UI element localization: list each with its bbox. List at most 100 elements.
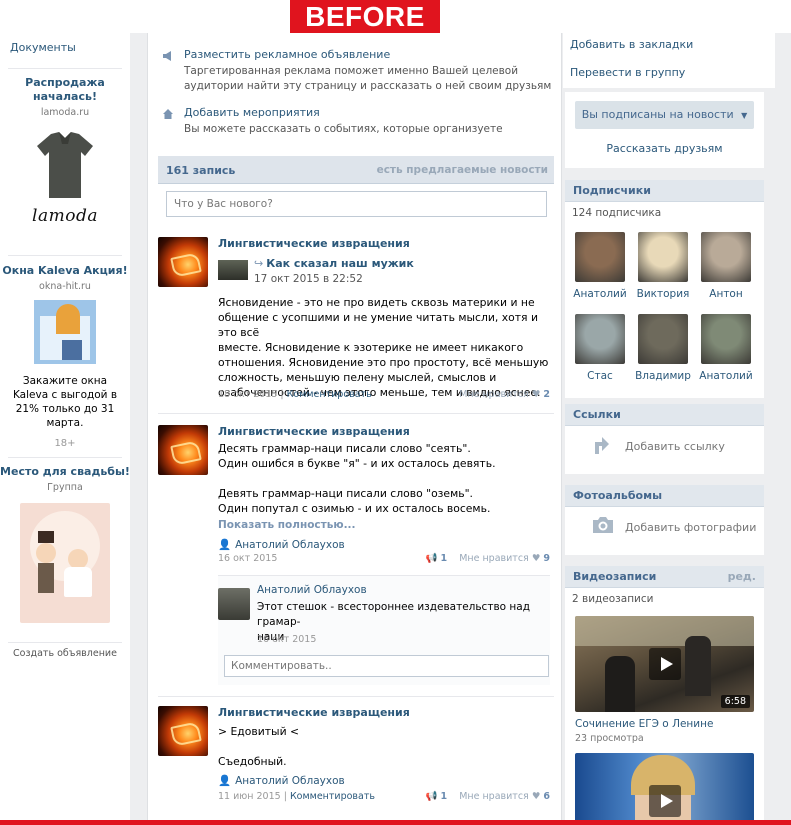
- video-duration: 6:58: [720, 695, 750, 708]
- post-text: > Едовитый < Съедобный.: [218, 725, 300, 768]
- action-title[interactable]: Разместить рекламное объявление: [184, 48, 390, 61]
- subscriber-item[interactable]: Владимир: [633, 314, 693, 382]
- bottom-border: [0, 820, 791, 825]
- post-count[interactable]: 161 запись: [166, 164, 235, 177]
- videos-header[interactable]: Видеозаписи ред.: [565, 566, 764, 588]
- subscription-box: Вы подписаны на новости ▼ Рассказать дру…: [565, 92, 764, 168]
- post-text: Ясновидение - это не про видеть сквозь м…: [218, 296, 549, 399]
- subscriber-name[interactable]: Антон: [696, 288, 756, 300]
- age-rating: 18+: [54, 438, 76, 449]
- comment-link[interactable]: Комментировать: [287, 389, 372, 400]
- wall-header: 161 запись есть предлагаемые новости: [158, 156, 554, 184]
- ad-title[interactable]: Распродажа началась!: [0, 76, 130, 104]
- subscriber-name[interactable]: Стас: [570, 370, 630, 382]
- polo-shirt-image[interactable]: [35, 130, 95, 200]
- ad-kaleva[interactable]: Окна Kaleva Акция! okna-hit.ru Закажите …: [0, 264, 130, 449]
- share-button[interactable]: 📢 1: [426, 791, 448, 802]
- wedding-couple-image[interactable]: [20, 503, 110, 623]
- ad-domain: lamoda.ru: [40, 107, 90, 118]
- post-date[interactable]: 11 июн 2015: [218, 791, 281, 802]
- add-event-action[interactable]: Добавить мероприятия Вы можете рассказат…: [162, 106, 557, 138]
- like-button[interactable]: Мне нравится ♥ 6: [459, 791, 550, 802]
- post-meta: 18 окт 2015 | Комментировать Мне нравитс…: [218, 389, 550, 400]
- post-author[interactable]: Лингвистические извращения: [218, 425, 410, 438]
- links-header[interactable]: Ссылки: [565, 404, 764, 426]
- subscriber-photo[interactable]: [575, 314, 625, 364]
- create-ad-link[interactable]: Создать объявление: [0, 648, 130, 659]
- repost-title[interactable]: ↪ Как сказал наш мужик: [254, 257, 414, 270]
- video-thumbnail[interactable]: [575, 753, 754, 820]
- tell-friends-link[interactable]: Рассказать друзьям: [565, 142, 764, 155]
- comment-input[interactable]: Комментировать..: [224, 655, 549, 677]
- subscriber-photo[interactable]: [638, 232, 688, 282]
- new-post-input[interactable]: Что у Вас нового?: [166, 191, 547, 217]
- videos-count[interactable]: 2 видеозаписи: [572, 593, 653, 605]
- comment-link[interactable]: Комментировать: [290, 791, 375, 802]
- person-icon: 👤: [218, 775, 232, 787]
- top-banner: BEFORE: [0, 0, 791, 33]
- subscribers-count[interactable]: 124 подписчика: [572, 207, 661, 219]
- community-avatar[interactable]: [158, 237, 208, 287]
- subscriber-name[interactable]: Анатолий: [570, 288, 630, 300]
- subscriber-photo[interactable]: [575, 232, 625, 282]
- subscriber-name[interactable]: Владимир: [633, 370, 693, 382]
- video-title[interactable]: Сочинение ЕГЭ о Ленине: [575, 718, 754, 730]
- subscriber-photo[interactable]: [638, 314, 688, 364]
- ad-title[interactable]: Место для свадьбы!: [0, 465, 130, 479]
- commenter-name[interactable]: Анатолий Облаухов: [257, 584, 367, 596]
- albums-header[interactable]: Фотоальбомы: [565, 485, 764, 507]
- community-avatar[interactable]: [158, 425, 208, 475]
- subscriber-item[interactable]: Анатолий: [696, 314, 756, 382]
- community-avatar[interactable]: [158, 706, 208, 756]
- window-ad-image[interactable]: [34, 300, 96, 364]
- post-signer[interactable]: 👤 Анатолий Облаухов: [218, 774, 345, 787]
- subscribed-dropdown[interactable]: Вы подписаны на новости ▼: [575, 101, 754, 129]
- comments-block: Анатолий Облаухов Этот стешок - всесторо…: [218, 576, 550, 685]
- subscriber-item[interactable]: Стас: [570, 314, 630, 382]
- video-item[interactable]: 6:58 Сочинение ЕГЭ о Ленине 23 просмотра: [575, 616, 754, 744]
- share-button[interactable]: 📢 1: [426, 553, 448, 564]
- ad-wedding[interactable]: Место для свадьбы! Группа: [0, 465, 130, 623]
- ad-lamoda[interactable]: Распродажа началась! lamoda.ru lamoda: [0, 76, 130, 226]
- subscriber-item[interactable]: Виктория: [633, 232, 693, 300]
- show-more-link[interactable]: Показать полностью...: [218, 519, 356, 531]
- place-ad-action[interactable]: Разместить рекламное объявление Таргетир…: [162, 48, 557, 93]
- subscriber-item[interactable]: Анатолий: [570, 232, 630, 300]
- post-text: Десять граммар-наци писали слово "сеять"…: [218, 442, 496, 515]
- post-date[interactable]: 18 окт 2015: [218, 389, 277, 400]
- subscriber-photo[interactable]: [701, 314, 751, 364]
- repost-count: 1: [440, 553, 448, 564]
- post-date[interactable]: 16 окт 2015: [218, 553, 277, 564]
- convert-to-group-link[interactable]: Перевести в группу: [570, 66, 685, 79]
- post-author[interactable]: Лингвистические извращения: [218, 706, 410, 719]
- divider: [8, 255, 122, 256]
- repost-avatar[interactable]: [218, 260, 248, 280]
- post-author[interactable]: Лингвистические извращения: [218, 237, 410, 250]
- suggested-news-link[interactable]: есть предлагаемые новости: [377, 164, 548, 176]
- like-button[interactable]: Мне нравится ♥ 2: [459, 389, 550, 400]
- ad-text: Закажите окна Kaleva с выгодой в 21% тол…: [12, 375, 118, 429]
- right-sidebar: Добавить в закладки Перевести в группу В…: [563, 33, 775, 820]
- like-count: 2: [543, 389, 550, 400]
- action-title[interactable]: Добавить мероприятия: [184, 106, 320, 119]
- main-content: Разместить рекламное объявление Таргетир…: [147, 33, 562, 824]
- subscriber-name[interactable]: Анатолий: [696, 370, 756, 382]
- links-box: Ссылки Добавить ссылку: [565, 404, 764, 474]
- edit-link[interactable]: ред.: [728, 570, 756, 583]
- commenter-avatar[interactable]: [218, 588, 250, 620]
- comment-date[interactable]: 16 окт 2015: [257, 634, 316, 645]
- divider: [8, 68, 122, 69]
- documents-link[interactable]: Документы: [10, 41, 76, 54]
- subscriber-item[interactable]: Антон: [696, 232, 756, 300]
- post-signer[interactable]: 👤 Анатолий Облаухов: [218, 538, 345, 551]
- video-thumbnail[interactable]: 6:58: [575, 616, 754, 712]
- video-item[interactable]: [575, 753, 754, 820]
- ad-title[interactable]: Окна Kaleva Акция!: [0, 264, 130, 278]
- megaphone-icon: 📢: [425, 791, 438, 802]
- add-bookmark-link[interactable]: Добавить в закладки: [570, 38, 693, 51]
- like-button[interactable]: Мне нравится ♥ 9: [459, 553, 550, 564]
- subscriber-photo[interactable]: [701, 232, 751, 282]
- post-meta: 16 окт 2015 📢 1 Мне нравится ♥ 9: [218, 553, 550, 567]
- subscriber-name[interactable]: Виктория: [633, 288, 693, 300]
- subscribers-header[interactable]: Подписчики: [565, 180, 764, 202]
